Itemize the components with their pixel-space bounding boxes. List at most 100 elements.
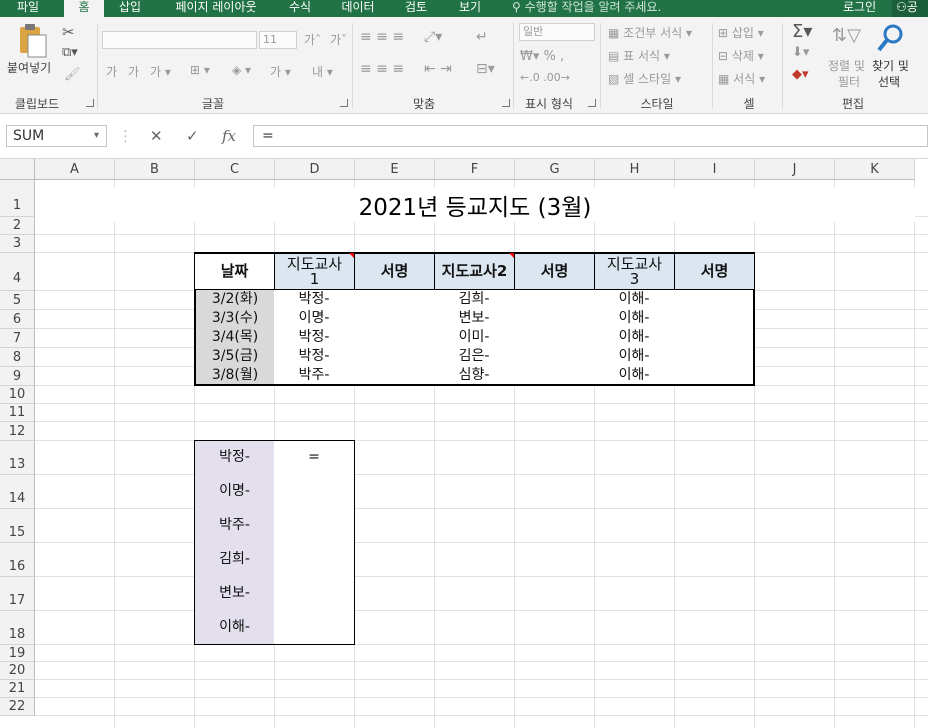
column-header[interactable]: D xyxy=(275,159,355,180)
align-top-icon[interactable]: ≡ ≡ ≡ xyxy=(360,29,404,45)
sort-filter-label-2[interactable]: 필터 xyxy=(838,73,860,90)
shrink-font-icon[interactable]: 가ˇ xyxy=(330,31,347,48)
teacher3-cell[interactable]: 이해- xyxy=(594,347,675,367)
sign3-cell[interactable] xyxy=(674,309,755,329)
summary-value-cell[interactable] xyxy=(274,474,355,509)
grow-font-icon[interactable]: 가ˆ xyxy=(304,31,321,48)
sign3-cell[interactable] xyxy=(674,290,755,310)
summary-name-cell[interactable]: 이명- xyxy=(194,474,275,509)
summary-name-cell[interactable]: 이해- xyxy=(194,610,275,645)
number-launcher-icon[interactable] xyxy=(588,99,596,107)
wrap-text-icon[interactable]: ↵ xyxy=(476,29,488,45)
row-header[interactable]: 2 xyxy=(0,217,35,235)
row-header[interactable]: 21 xyxy=(0,680,35,698)
insert-function-icon[interactable]: fx xyxy=(222,125,236,147)
paste-button[interactable] xyxy=(14,23,48,58)
sign3-cell[interactable] xyxy=(674,347,755,367)
header-sign2[interactable]: 서명 xyxy=(514,252,595,291)
row-header[interactable]: 8 xyxy=(0,348,35,367)
column-header[interactable]: K xyxy=(835,159,915,180)
insert-cells-button[interactable]: ⊞ 삽입 ▾ xyxy=(718,24,764,41)
underline-icon[interactable]: 가 ▾ xyxy=(150,63,171,80)
row-header[interactable]: 5 xyxy=(0,291,35,310)
select-all-corner[interactable] xyxy=(0,159,35,180)
share-button[interactable]: ⚇공 xyxy=(892,0,928,17)
row-header[interactable]: 4 xyxy=(0,253,35,291)
find-select-label-2[interactable]: 선택 xyxy=(878,73,900,90)
header-date[interactable]: 날짜 xyxy=(194,252,275,291)
italic-icon[interactable]: 가 xyxy=(128,63,139,80)
font-name-box[interactable] xyxy=(102,31,257,49)
column-header[interactable]: I xyxy=(675,159,755,180)
indent-icon[interactable]: ⇤ ⇥ xyxy=(424,61,452,77)
clear-icon[interactable]: ◆▾ xyxy=(792,67,809,82)
teacher1-cell[interactable]: 박정- xyxy=(274,347,355,367)
sign2-cell[interactable] xyxy=(514,328,595,348)
copy-icon[interactable]: ⧉▾ xyxy=(62,45,78,60)
font-launcher-icon[interactable] xyxy=(340,99,348,107)
row-header[interactable]: 20 xyxy=(0,662,35,680)
summary-name-cell[interactable]: 변보- xyxy=(194,576,275,611)
column-header[interactable]: C xyxy=(195,159,275,180)
tab-file[interactable]: 파일 xyxy=(6,0,50,17)
sort-filter-icon[interactable]: ⇅▽ xyxy=(832,25,861,46)
fill-color-icon[interactable]: ◈ ▾ xyxy=(232,63,251,77)
teacher2-cell[interactable]: 김희- xyxy=(434,290,515,310)
phonetic-icon[interactable]: 내 ▾ xyxy=(312,63,333,80)
delete-cells-button[interactable]: ⊟ 삭제 ▾ xyxy=(718,47,764,64)
cut-icon[interactable]: ✂ xyxy=(62,23,75,41)
border-icon[interactable]: ⊞ ▾ xyxy=(190,63,210,77)
sign1-cell[interactable] xyxy=(354,309,435,329)
column-header[interactable]: H xyxy=(595,159,675,180)
tab-page-layout[interactable]: 페이지 레이아웃 xyxy=(166,0,266,17)
tab-view[interactable]: 보기 xyxy=(452,0,488,17)
sign3-cell[interactable] xyxy=(674,366,755,386)
row-header[interactable]: 15 xyxy=(0,509,35,543)
alignment-launcher-icon[interactable] xyxy=(502,99,510,107)
tab-review[interactable]: 검토 xyxy=(398,0,434,17)
column-header[interactable]: G xyxy=(515,159,595,180)
date-cell[interactable]: 3/5(금) xyxy=(194,347,275,367)
teacher1-cell[interactable]: 박정- xyxy=(274,328,355,348)
sign1-cell[interactable] xyxy=(354,347,435,367)
row-header[interactable]: 12 xyxy=(0,422,35,441)
summary-value-cell[interactable]: = xyxy=(274,440,355,475)
currency-icon[interactable]: ₩▾ % , xyxy=(520,49,564,64)
bold-icon[interactable]: 가 xyxy=(106,63,117,80)
decimal-icon[interactable]: ←.0 .00→ xyxy=(520,71,570,84)
row-header[interactable]: 6 xyxy=(0,310,35,329)
column-header[interactable]: J xyxy=(755,159,835,180)
row-header[interactable]: 13 xyxy=(0,441,35,475)
sign3-cell[interactable] xyxy=(674,328,755,348)
worksheet-grid[interactable]: A B C D E F G H I J K 1 2 3 4 5 6 7 8 9 10 11 12 13 14 15 16 17 18 19… xyxy=(0,159,928,728)
row-header[interactable]: 19 xyxy=(0,645,35,662)
find-select-label-1[interactable]: 찾기 및 xyxy=(872,57,909,74)
sign2-cell[interactable] xyxy=(514,366,595,386)
row-header[interactable]: 17 xyxy=(0,577,35,611)
header-teacher3[interactable]: 지도교사 3 xyxy=(594,252,675,291)
teacher3-cell[interactable]: 이해- xyxy=(594,328,675,348)
find-select-icon[interactable] xyxy=(876,23,906,56)
column-header[interactable]: E xyxy=(355,159,435,180)
autosum-icon[interactable]: Σ▾ xyxy=(792,21,812,42)
sign1-cell[interactable] xyxy=(354,328,435,348)
teacher2-cell[interactable]: 심향- xyxy=(434,366,515,386)
tab-formulas[interactable]: 수식 xyxy=(282,0,318,17)
date-cell[interactable]: 3/8(월) xyxy=(194,366,275,386)
row-header[interactable]: 14 xyxy=(0,475,35,509)
font-size-box[interactable]: 11 xyxy=(259,31,297,49)
row-header[interactable]: 16 xyxy=(0,543,35,577)
table-format-button[interactable]: ▤ 표 서식 ▾ xyxy=(608,47,670,64)
summary-value-cell[interactable] xyxy=(274,542,355,577)
sign2-cell[interactable] xyxy=(514,309,595,329)
tab-home[interactable]: 홈 xyxy=(64,0,104,17)
cell-styles-button[interactable]: ▧ 셀 스타일 ▾ xyxy=(608,70,681,87)
row-header[interactable]: 1 xyxy=(0,180,35,217)
login-link[interactable]: 로그인 xyxy=(843,0,876,17)
format-painter-icon[interactable]: 🖌 xyxy=(64,67,81,82)
date-cell[interactable]: 3/2(화) xyxy=(194,290,275,310)
column-header[interactable]: F xyxy=(435,159,515,180)
header-sign3[interactable]: 서명 xyxy=(674,252,755,291)
teacher2-cell[interactable]: 변보- xyxy=(434,309,515,329)
conditional-format-button[interactable]: ▦ 조건부 서식 ▾ xyxy=(608,24,692,41)
